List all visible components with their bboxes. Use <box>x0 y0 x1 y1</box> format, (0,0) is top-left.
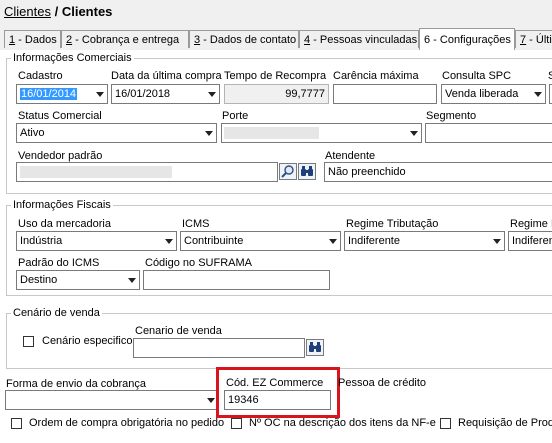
porte-select[interactable] <box>221 123 422 143</box>
vendedor-input[interactable] <box>16 162 278 182</box>
config-panel: Informações Comerciais Cadastro 16/01/20… <box>0 50 552 443</box>
ordem-compra-checkbox[interactable] <box>11 418 22 429</box>
chevron-down-icon <box>204 124 214 142</box>
requisicao-checkbox[interactable] <box>440 418 451 429</box>
chevron-down-icon <box>409 124 419 142</box>
chevron-down-icon <box>492 232 502 250</box>
ordem-compra-label: Ordem de compra obrigatória no pedido <box>29 417 225 429</box>
breadcrumb-parent-link[interactable]: Clientes <box>4 4 51 19</box>
tab-configuracoes[interactable]: 6 - Configurações <box>419 28 515 50</box>
carencia-input[interactable] <box>333 84 437 104</box>
chevron-down-icon <box>127 271 137 289</box>
breadcrumb-current: Clientes <box>61 4 113 19</box>
padrao-icms-label: Padrão do ICMS <box>18 257 100 269</box>
suframa-input[interactable] <box>143 270 330 290</box>
binoculars-svg <box>309 342 321 352</box>
forma-envio-label: Forma de envio da cobrança <box>6 378 147 390</box>
chevron-down-icon <box>95 85 105 103</box>
tab-cobranca-entrega[interactable]: 2 - Cobrança e entrega <box>61 30 189 48</box>
porte-label: Porte <box>222 110 249 122</box>
spc-select[interactable]: Venda liberada <box>441 84 546 104</box>
cadastro-label: Cadastro <box>18 70 63 82</box>
cenario-venda-input[interactable] <box>133 338 305 358</box>
icms-select[interactable]: Contribuinte <box>180 231 341 251</box>
regime-e-label: Regime E <box>510 218 552 230</box>
cenario-legend: Cenário de venda <box>13 307 100 319</box>
chevron-down-icon <box>164 232 174 250</box>
ultima-compra-value: 16/01/2018 <box>115 88 171 100</box>
forma-envio-select[interactable] <box>5 390 219 410</box>
tab-config-label: - Configurações <box>430 34 511 46</box>
vendedor-label: Vendedor padrão <box>18 150 103 162</box>
ultima-compra-label: Data da última compra <box>111 70 222 82</box>
chevron-down-icon <box>328 232 338 250</box>
cadastro-date-field[interactable]: 16/01/2014 <box>16 84 108 104</box>
chevron-down-icon <box>207 85 217 103</box>
tempo-recompra-field: 99,7777 <box>224 84 329 104</box>
icms-label: ICMS <box>182 218 210 230</box>
tab-dados-label: - Dados <box>15 34 57 46</box>
atendente-label: Atendente <box>325 150 376 162</box>
regime-e-select[interactable]: Indiferen <box>508 231 552 251</box>
cenario-venda-label: Cenario de venda <box>135 325 222 337</box>
fiscais-legend: Informações Fiscais <box>13 199 111 211</box>
breadcrumb-separator: / <box>54 4 59 19</box>
chevron-down-icon <box>206 391 216 409</box>
padrao-icms-select[interactable]: Destino <box>16 270 140 290</box>
redacted-porte <box>224 127 319 139</box>
oc-descricao-checkbox[interactable] <box>231 418 242 429</box>
status-label: Status Comercial <box>18 110 102 122</box>
cut-label-s: S <box>548 70 552 82</box>
uso-select[interactable]: Indústria <box>16 231 177 251</box>
ultima-compra-date-field[interactable]: 16/01/2018 <box>111 84 220 104</box>
atendente-input[interactable]: Não preenchido <box>324 162 552 182</box>
status-value: Ativo <box>20 127 45 139</box>
segmento-select[interactable] <box>425 123 552 143</box>
cadastro-value: 16/01/2014 <box>20 88 78 100</box>
uso-value: Indústria <box>20 235 63 247</box>
spc-value: Venda liberada <box>445 88 519 100</box>
binoculars-icon[interactable] <box>298 163 316 180</box>
regime-trib-select[interactable]: Indiferente <box>344 231 505 251</box>
requisicao-label: Requisição de Prod <box>458 417 552 429</box>
segmento-label: Segmento <box>426 110 477 122</box>
tab-strip: 1 - Dados 2 - Cobrança e entrega 3 - Dad… <box>0 28 552 51</box>
binoculars-icon[interactable] <box>306 339 324 356</box>
redacted-vendedor <box>20 166 172 178</box>
binoculars-svg <box>301 166 313 176</box>
tab-contato-label: - Dados de contato <box>200 34 297 46</box>
suframa-label: Código no SUFRAMA <box>145 257 252 269</box>
chevron-down-icon <box>533 85 543 103</box>
pessoa-credito-label: Pessoa de crédito <box>338 377 427 389</box>
breadcrumb: Clientes / Clientes <box>4 4 112 19</box>
spc-label: Consulta SPC <box>442 70 512 82</box>
uso-label: Uso da mercadoria <box>18 218 111 230</box>
cenario-especifico-label: Cenário especifico <box>42 335 133 347</box>
highlight-box <box>216 367 340 418</box>
padrao-icms-value: Destino <box>20 274 58 286</box>
tab-ultimas-label: - Últi <box>526 34 552 46</box>
magnifier-svg <box>281 165 294 178</box>
cenario-especifico-checkbox[interactable] <box>23 336 34 347</box>
tab-ultimas[interactable]: 7 - Últi <box>515 30 552 48</box>
tab-dados-contato[interactable]: 3 - Dados de contato <box>189 30 299 48</box>
status-select[interactable]: Ativo <box>16 123 217 143</box>
tab-pessoas-vinculadas[interactable]: 4 - Pessoas vinculadas <box>299 30 419 48</box>
regime-trib-label: Regime Tributação <box>346 218 439 230</box>
regime-trib-value: Indiferente <box>348 235 400 247</box>
tab-dados[interactable]: 1 - Dados <box>4 30 61 48</box>
magnifier-search-icon[interactable] <box>279 163 297 180</box>
icms-value: Contribuinte <box>184 235 244 247</box>
carencia-label: Carência máxima <box>333 70 419 82</box>
comerciais-legend: Informações Comerciais <box>13 52 132 64</box>
tab-cobranca-label: - Cobrança e entrega <box>72 34 180 46</box>
oc-descricao-label: Nº OC na descrição dos itens da NF-e <box>249 417 436 429</box>
tab-pessoas-label: - Pessoas vinculadas <box>310 34 418 46</box>
tempo-recompra-label: Tempo de Recompra <box>224 70 327 82</box>
